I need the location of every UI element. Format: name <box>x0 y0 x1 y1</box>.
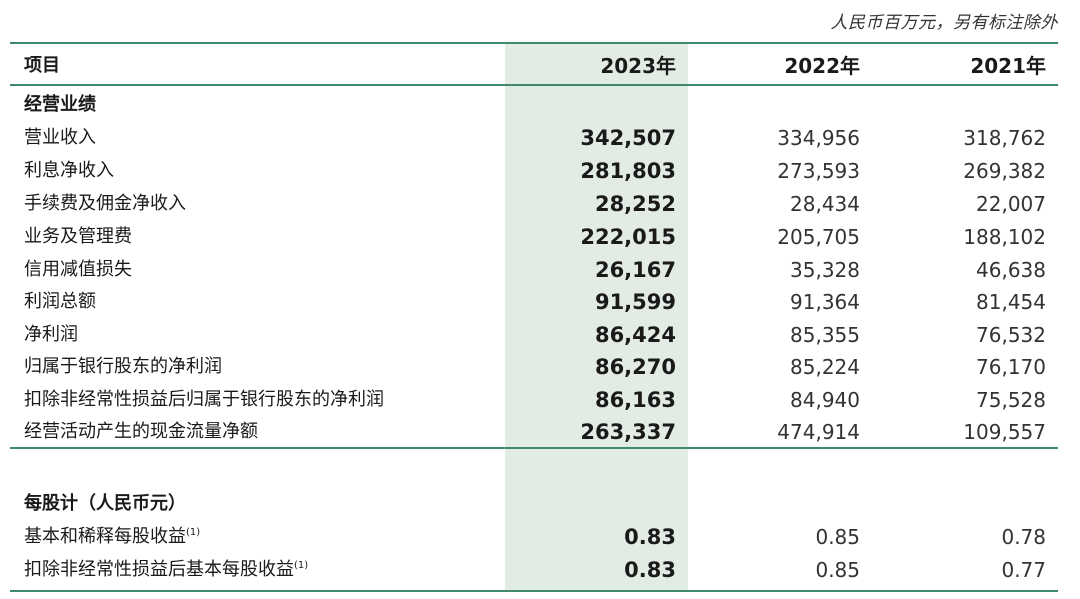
value-2022: 0.85 <box>815 558 860 582</box>
table-row: 手续费及佣金净收入 28,252 28,434 22,007 <box>0 189 1080 219</box>
header-year-2021: 2021年 <box>970 54 1046 78</box>
unit-note: 人民币百万元，另有标注除外 <box>830 13 1058 33</box>
footnote-marker: (1) <box>186 527 201 538</box>
row-label: 净利润 <box>24 324 78 345</box>
value-2023: 263,337 <box>580 420 676 444</box>
row-label: 信用减值损失 <box>24 259 132 280</box>
value-2021: 109,557 <box>963 420 1046 444</box>
row-label: 扣除非经常性损益后基本每股收益(1) <box>24 555 308 585</box>
value-2023: 0.83 <box>624 558 676 582</box>
value-2021: 0.77 <box>1001 558 1046 582</box>
table-header: 项目 2023年 2022年 2021年 <box>0 51 1080 81</box>
row-label: 手续费及佣金净收入 <box>24 193 186 214</box>
table-row: 业务及管理费 222,015 205,705 188,102 <box>0 222 1080 252</box>
value-2022: 84,940 <box>790 388 860 412</box>
value-2022: 35,328 <box>790 258 860 282</box>
value-2022: 205,705 <box>777 225 860 249</box>
value-2023: 26,167 <box>594 258 676 282</box>
value-2023: 281,803 <box>580 159 676 183</box>
table-row: 扣除非经常性损益后基本每股收益(1) 0.83 0.85 0.77 <box>0 555 1080 585</box>
table-row: 归属于银行股东的净利润 86,270 85,224 76,170 <box>0 352 1080 382</box>
row-label-text: 基本和稀释每股收益 <box>24 526 186 547</box>
row-label: 利润总额 <box>24 291 96 312</box>
row-label: 业务及管理费 <box>24 226 132 247</box>
table-row: 基本和稀释每股收益(1) 0.83 0.85 0.78 <box>0 522 1080 552</box>
table-row: 净利润 86,424 85,355 76,532 <box>0 320 1080 350</box>
table-row: 扣除非经常性损益后归属于银行股东的净利润 86,163 84,940 75,52… <box>0 385 1080 415</box>
value-2023: 0.83 <box>624 525 676 549</box>
value-2023: 86,163 <box>594 388 676 412</box>
value-2021: 81,454 <box>976 290 1046 314</box>
header-bottom-rule <box>10 84 1058 86</box>
value-2021: 46,638 <box>976 258 1046 282</box>
value-2023: 28,252 <box>594 192 676 216</box>
section-title: 每股计（人民币元） <box>24 493 186 514</box>
value-2022: 474,914 <box>777 420 860 444</box>
row-label: 利息净收入 <box>24 160 114 181</box>
value-2022: 91,364 <box>790 290 860 314</box>
table-row: 营业收入 342,507 334,956 318,762 <box>0 123 1080 153</box>
value-2021: 318,762 <box>963 126 1046 150</box>
section-operating-results: 经营业绩 <box>0 90 1080 120</box>
row-label-text: 扣除非经常性损益后基本每股收益 <box>24 559 294 580</box>
table-row: 经营活动产生的现金流量净额 263,337 474,914 109,557 <box>0 417 1080 447</box>
value-2023: 86,424 <box>594 323 676 347</box>
table-top-rule <box>10 42 1058 44</box>
value-2021: 76,170 <box>976 355 1046 379</box>
header-year-2023: 2023年 <box>600 54 676 78</box>
value-2021: 76,532 <box>976 323 1046 347</box>
value-2022: 273,593 <box>777 159 860 183</box>
table-bottom-rule <box>10 590 1058 592</box>
header-item-label: 项目 <box>24 55 60 76</box>
header-year-2022: 2022年 <box>784 54 860 78</box>
value-2022: 28,434 <box>790 192 860 216</box>
value-2021: 269,382 <box>963 159 1046 183</box>
financial-summary-page: 人民币百万元，另有标注除外 项目 2023年 2022年 2021年 经营业绩 … <box>0 0 1080 599</box>
table-row: 信用减值损失 26,167 35,328 46,638 <box>0 255 1080 285</box>
value-2023: 222,015 <box>580 225 676 249</box>
value-2021: 22,007 <box>976 192 1046 216</box>
table-row: 利润总额 91,599 91,364 81,454 <box>0 287 1080 317</box>
row-label: 营业收入 <box>24 127 96 148</box>
value-2021: 75,528 <box>976 388 1046 412</box>
row-label: 基本和稀释每股收益(1) <box>24 522 200 552</box>
section-divider-rule <box>10 447 1058 449</box>
value-2023: 86,270 <box>594 355 676 379</box>
value-2022: 0.85 <box>815 525 860 549</box>
section-per-share: 每股计（人民币元） <box>0 489 1080 519</box>
row-label: 扣除非经常性损益后归属于银行股东的净利润 <box>24 389 384 410</box>
value-2023: 342,507 <box>580 126 676 150</box>
table-row: 利息净收入 281,803 273,593 269,382 <box>0 156 1080 186</box>
value-2023: 91,599 <box>594 290 676 314</box>
value-2022: 85,224 <box>790 355 860 379</box>
row-label: 经营活动产生的现金流量净额 <box>24 421 258 442</box>
value-2021: 0.78 <box>1001 525 1046 549</box>
value-2021: 188,102 <box>963 225 1046 249</box>
footnote-marker: (1) <box>294 560 309 571</box>
row-label: 归属于银行股东的净利润 <box>24 356 222 377</box>
section-title: 经营业绩 <box>24 94 96 115</box>
value-2022: 334,956 <box>777 126 860 150</box>
value-2022: 85,355 <box>790 323 860 347</box>
